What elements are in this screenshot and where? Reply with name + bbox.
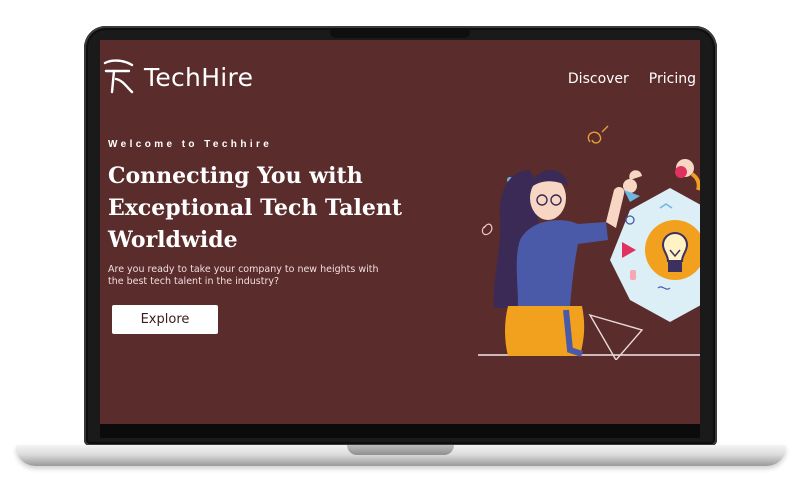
- laptop-opening-notch: [347, 445, 454, 455]
- website-screen: TechHire Discover Pricing Welcome to Tec…: [100, 40, 700, 424]
- laptop-camera-notch: [330, 30, 470, 38]
- headline-line-2: Exceptional Tech Talent: [108, 195, 403, 221]
- hero-illustration: [478, 125, 700, 360]
- squiggle-orange: [587, 125, 609, 144]
- logo-mark-icon: [103, 59, 134, 94]
- hero-eyebrow: Welcome to Techhire: [108, 139, 273, 150]
- nav-discover[interactable]: Discover: [568, 71, 629, 87]
- brand-logo[interactable]: TechHire: [102, 58, 253, 96]
- headline-line-1: Connecting You with: [108, 163, 363, 189]
- headline-line-3: Worldwide: [108, 227, 238, 253]
- squiggle-pink: [481, 223, 493, 236]
- brand-name: TechHire: [144, 62, 254, 92]
- screen-bottom-bezel: [100, 424, 700, 438]
- hero-subtext: Are you ready to take your company to ne…: [108, 264, 379, 287]
- top-nav: Discover Pricing: [568, 71, 696, 87]
- hero-headline: Connecting You with Exceptional Tech Tal…: [108, 160, 408, 256]
- woman-illustration: [493, 169, 625, 357]
- explore-button[interactable]: Explore: [112, 305, 218, 334]
- nav-pricing[interactable]: Pricing: [649, 71, 696, 87]
